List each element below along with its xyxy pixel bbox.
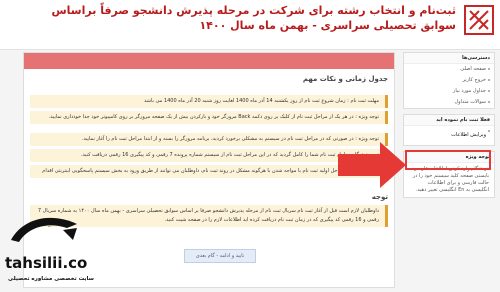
sidebar-panel-access: دسترسی‌ها صفحه اصلی خروج کاربر جداول مور… (403, 52, 495, 109)
note-text: توجه : هرگاه مراحل ثبت نام شما را کامل گ… (80, 152, 379, 158)
page-title: ثبت‌نام و انتخاب رشته برای شرکت در مرحله… (51, 4, 457, 32)
site-header: ثبت‌نام و انتخاب رشته برای شرکت در مرحله… (0, 0, 500, 50)
notice-support: داوطلبانی که در مراحل اولیه ثبت نام با م… (30, 165, 388, 178)
sidebar-item-tables[interactable]: جداول مورد نیاز (404, 86, 494, 97)
highlight-box (405, 150, 491, 170)
notice-back-button: توجه ویژه : در هر یک از مراحل ثبت نام از… (30, 111, 388, 124)
sidebar-item-home[interactable]: صفحه اصلی (404, 64, 494, 75)
logo-icon (464, 5, 494, 35)
watermark-tagline: سایت تخصصی مشاوره تحصیلی (8, 276, 94, 282)
red-arrow-icon (338, 142, 406, 188)
notice-tracking-code: توجه : هرگاه مراحل ثبت نام شما را کامل گ… (30, 149, 388, 162)
note-text: داوطلبانی که در مراحل اولیه ثبت نام با م… (42, 168, 379, 174)
sidebar-item-edit-info[interactable]: ویرایش اطلاعات (404, 126, 494, 145)
attention-title: توجه (371, 193, 388, 201)
schedule-title: جدول زمانی و نکات مهم (302, 75, 388, 83)
confirm-next-button[interactable]: تایید و ادامه - گام بعدی (184, 249, 256, 263)
note-text: توجه ویژه : در هر یک از مراحل ثبت نام از… (48, 114, 379, 120)
watermark-domain: tahsilii.co (5, 254, 88, 272)
sidebar-item-logout[interactable]: خروج کاربر (404, 75, 494, 86)
graduation-cap-icon (11, 217, 77, 242)
sidebar-item-faq[interactable]: سوالات متداول (404, 97, 494, 108)
watermark-logo: تحصیلکو tahsilii.co سایت تخصصی مشاوره تح… (3, 206, 99, 288)
notice-problem: توجه ویژه : در صورتی که در مراحل ثبت نام… (30, 133, 388, 146)
notice-deadline: مهلت ثبت نام : زمان شروع ثبت نام از روز … (30, 95, 388, 108)
sidebar-panel-title: فعلا ثبت نام نموده اید (404, 115, 494, 126)
sidebar-panel-title: دسترسی‌ها (404, 53, 494, 64)
deadline-text: مهلت ثبت نام : زمان شروع ثبت نام از روز … (144, 98, 379, 104)
watermark-persian-name: تحصیلکو (33, 218, 70, 228)
note-text: توجه ویژه : در صورتی که در مراحل ثبت نام… (81, 136, 379, 142)
panel-header-band (24, 53, 394, 69)
sidebar-panel-registered: فعلا ثبت نام نموده اید ویرایش اطلاعات (403, 114, 495, 146)
sidebar: دسترسی‌ها صفحه اصلی خروج کاربر جداول مور… (403, 52, 495, 203)
